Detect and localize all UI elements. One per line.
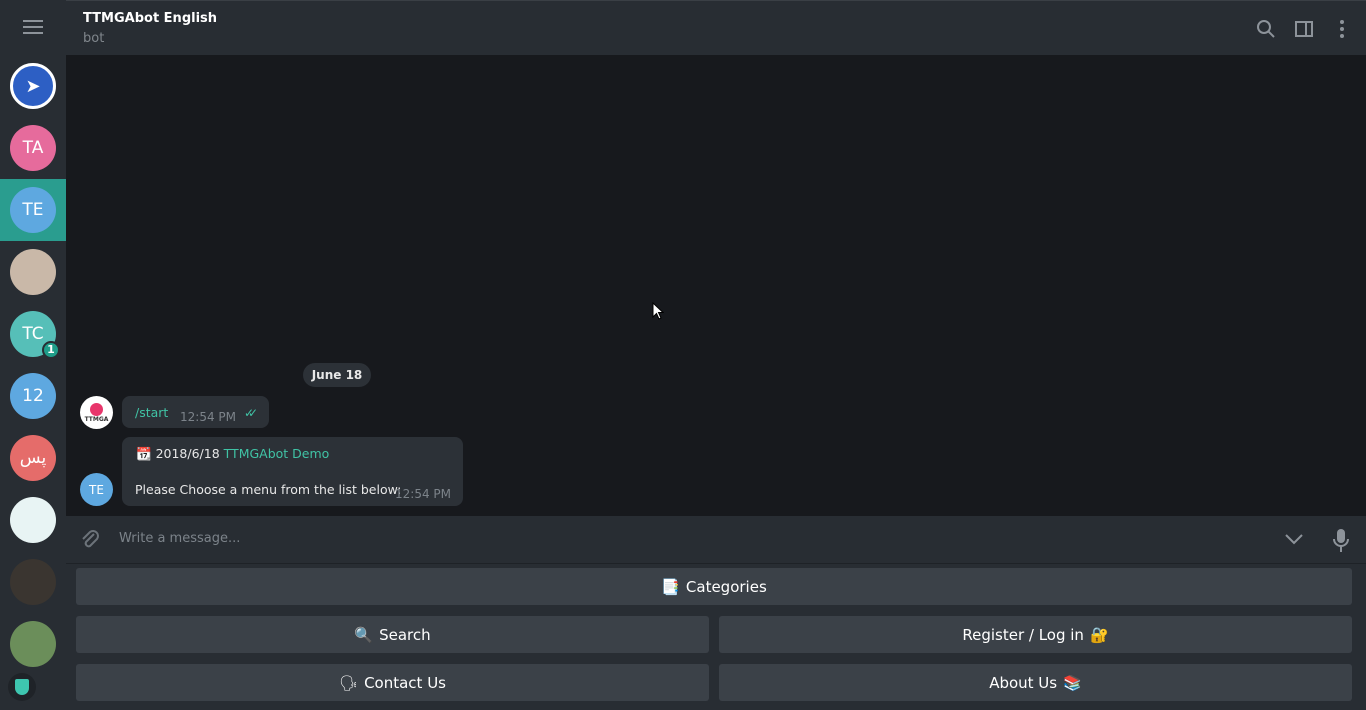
button-label: About Us — [989, 673, 1058, 692]
shield-check-icon — [8, 673, 36, 701]
chat-status: bot — [83, 31, 105, 46]
command-link[interactable]: /start — [135, 405, 168, 420]
chat-list-item[interactable]: TA — [0, 117, 66, 179]
bot-avatar[interactable]: TTMGA — [80, 396, 113, 429]
chat-avatar — [10, 497, 56, 543]
search-button[interactable]: 🔍 Search — [76, 616, 709, 653]
message-composer: Write a message... — [66, 516, 1366, 564]
chat-avatar — [10, 249, 56, 295]
chat-avatar: TA — [10, 125, 56, 171]
chat-avatar: ➤ — [10, 63, 56, 109]
read-check-icon: ✓✓ — [244, 406, 258, 420]
more-vertical-icon[interactable] — [1332, 19, 1352, 39]
categories-button[interactable]: 📑 Categories — [76, 568, 1352, 605]
chat-avatar: TC 1 — [10, 311, 60, 359]
date-separator: June 18 — [303, 363, 371, 387]
unread-badge: 1 — [42, 341, 60, 359]
avatar-initials: TE — [22, 200, 44, 220]
telegram-plane-icon: ➤ — [25, 75, 41, 97]
button-label: Contact Us — [364, 673, 446, 692]
chat-avatar — [10, 559, 56, 605]
message-bubble[interactable]: /start 12:54 PM ✓✓ — [122, 396, 269, 428]
avatar-initials: TC — [22, 324, 44, 344]
mouse-cursor-icon — [652, 302, 664, 320]
message-bubble[interactable]: 📆 2018/6/18 TTMGAbot Demo Please Choose … — [122, 437, 463, 506]
books-icon: 📚 — [1063, 673, 1082, 692]
chat-avatar — [10, 621, 56, 667]
chat-list-item[interactable] — [0, 489, 66, 551]
chat-list-item[interactable]: پس — [0, 427, 66, 489]
chat-title[interactable]: TTMGAbot English — [83, 11, 217, 26]
hamburger-menu-icon[interactable] — [23, 20, 43, 34]
lock-key-icon: 🔐 — [1089, 625, 1109, 644]
bookmark-tabs-icon: 📑 — [661, 577, 680, 596]
avatar-initials: پس — [19, 448, 47, 468]
message-input[interactable]: Write a message... — [119, 531, 240, 546]
sidebar-toggle-icon[interactable] — [1294, 19, 1314, 39]
avatar-initials: TA — [22, 138, 44, 158]
speaking-head-icon: 🗣 — [339, 673, 359, 692]
chat-list-item[interactable]: TC 1 — [0, 303, 66, 365]
message-time: 12:54 PM — [395, 487, 451, 501]
paperclip-icon[interactable] — [78, 528, 102, 552]
chat-avatar: پس — [10, 435, 56, 481]
chevron-down-icon[interactable] — [1284, 532, 1304, 546]
message-text: Please Choose a menu from the list below… — [135, 482, 402, 497]
calendar-icon: 📆 — [136, 446, 152, 461]
about-us-button[interactable]: About Us 📚 — [719, 664, 1352, 701]
avatar-logo-text: TTMGA — [84, 416, 109, 423]
chat-list-item[interactable]: ➤ — [0, 55, 66, 117]
magnifier-icon: 🔍 — [354, 625, 374, 644]
chat-avatar: TE — [10, 187, 56, 233]
chat-list-item[interactable] — [0, 241, 66, 303]
microphone-icon[interactable] — [1332, 528, 1350, 554]
button-label: Register / Log in — [962, 625, 1084, 644]
contact-us-button[interactable]: 🗣 Contact Us — [76, 664, 709, 701]
message-time: 12:54 PM — [180, 410, 236, 424]
register-login-button[interactable]: Register / Log in 🔐 — [719, 616, 1352, 653]
chat-list-item[interactable]: TE — [0, 179, 66, 241]
bot-keyboard: 📑 Categories 🔍 Search Register / Log in 🔐 🗣… — [66, 564, 1366, 710]
search-icon[interactable] — [1256, 19, 1276, 39]
avatar-initials: 12 — [22, 386, 44, 406]
chat-avatar: 12 — [10, 373, 56, 419]
user-avatar[interactable]: TE — [80, 473, 113, 506]
chat-list-item[interactable] — [0, 613, 66, 675]
button-label: Search — [379, 625, 431, 644]
chat-list-item[interactable] — [0, 551, 66, 613]
chat-list-item[interactable]: 12 — [0, 365, 66, 427]
chat-header: TTMGAbot English bot — [66, 0, 1366, 55]
bot-name-link[interactable]: TTMGAbot Demo — [224, 446, 330, 461]
message-date: 2018/6/18 — [155, 446, 220, 461]
button-label: Categories — [685, 577, 767, 596]
chat-list-sidebar: ➤ TA TE TC 1 12 پس — [0, 0, 66, 710]
